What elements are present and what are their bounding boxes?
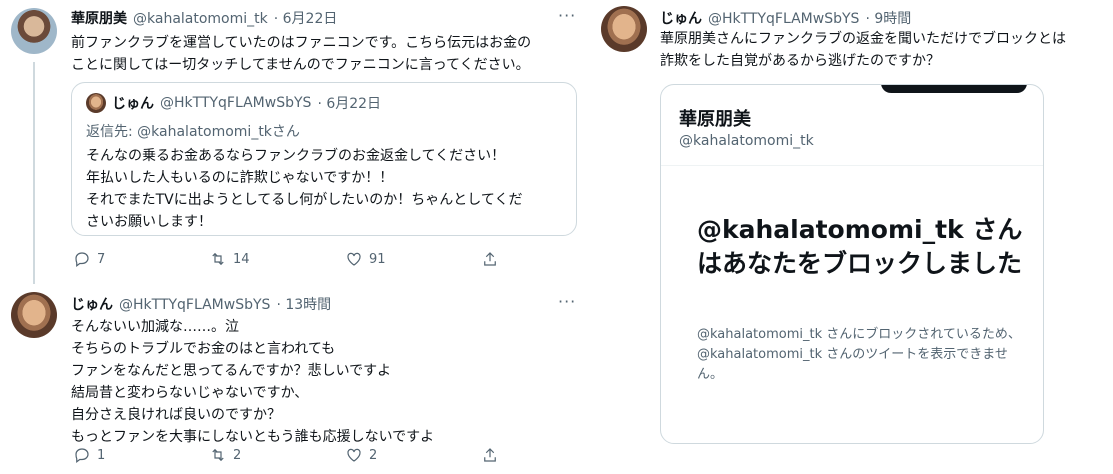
thread-line bbox=[33, 62, 35, 284]
display-name[interactable]: 華原朋美 bbox=[71, 8, 127, 28]
like-count: 91 bbox=[369, 251, 386, 267]
retweet-icon bbox=[209, 446, 227, 464]
more-icon[interactable]: ··· bbox=[558, 292, 576, 311]
retweet-button[interactable]: 14 bbox=[209, 250, 345, 268]
like-count: 2 bbox=[369, 447, 378, 463]
reply-icon bbox=[73, 446, 91, 464]
avatar[interactable] bbox=[11, 292, 57, 338]
retweet-count: 14 bbox=[233, 251, 250, 267]
blocked-button-edge bbox=[881, 85, 1027, 93]
tweet-text: 前ファンクラブを運営していたのはファニコンです。こちら伝元はお金の ことに関して… bbox=[71, 35, 532, 73]
quote-header: じゅん @HkTTYqFLAMwSbYS · 6月22日 bbox=[86, 93, 381, 113]
reply-count: 1 bbox=[97, 447, 106, 463]
like-icon bbox=[345, 250, 363, 268]
tweet-header: じゅん @HkTTYqFLAMwSbYS · 9時間 bbox=[660, 8, 911, 28]
blocked-heading: @kahalatomomi_tk さんはあなたをブロックしました bbox=[697, 215, 1023, 278]
handle[interactable]: @HkTTYqFLAMwSbYS bbox=[708, 11, 859, 27]
divider bbox=[661, 165, 1043, 166]
retweet-count: 2 bbox=[233, 447, 242, 463]
reply-button[interactable]: 1 bbox=[73, 446, 209, 464]
profile-name: 華原朋美 bbox=[679, 109, 751, 130]
timestamp[interactable]: · 6月22日 bbox=[274, 8, 338, 28]
share-icon bbox=[481, 446, 499, 464]
reply-to: 返信先: @kahalatomomi_tkさん bbox=[86, 124, 300, 140]
avatar[interactable] bbox=[11, 8, 57, 54]
timestamp[interactable]: · 9時間 bbox=[865, 8, 911, 28]
display-name[interactable]: じゅん bbox=[660, 8, 702, 28]
like-icon bbox=[345, 446, 363, 464]
like-button[interactable]: 91 bbox=[345, 250, 481, 268]
handle: @HkTTYqFLAMwSbYS bbox=[160, 95, 312, 111]
timestamp: · 6月22日 bbox=[317, 96, 382, 112]
tweet-text: 華原朋美さんにファンクラブの返金を聞いただけでブロックとは 詐欺をした自覚がある… bbox=[660, 31, 1066, 69]
like-button[interactable]: 2 bbox=[345, 446, 481, 464]
more-icon[interactable]: ··· bbox=[558, 6, 576, 25]
handle[interactable]: @kahalatomomi_tk bbox=[133, 11, 268, 27]
handle[interactable]: @HkTTYqFLAMwSbYS bbox=[119, 297, 270, 313]
tweet-actions: 1 2 2 bbox=[73, 446, 617, 464]
avatar bbox=[86, 93, 106, 113]
display-name[interactable]: じゅん bbox=[71, 294, 113, 314]
reply-button[interactable]: 7 bbox=[73, 250, 209, 268]
reply-icon bbox=[73, 250, 91, 268]
tweet-actions: 7 14 91 bbox=[73, 250, 617, 268]
left-thread-panel: 華原朋美 @kahalatomomi_tk · 6月22日 ··· 前ファンクラ… bbox=[0, 0, 596, 474]
quote-tweet[interactable]: じゅん @HkTTYqFLAMwSbYS · 6月22日 返信先: @kahal… bbox=[71, 82, 577, 236]
tweet-header: 華原朋美 @kahalatomomi_tk · 6月22日 bbox=[71, 8, 337, 28]
share-icon bbox=[481, 250, 499, 268]
tweet-text: そんないい加減な……。泣 そちらのトラブルでお金のはと言われても ファンをなんだ… bbox=[71, 319, 435, 445]
blocked-description: @kahalatomomi_tk さんにブロックされているため、@kahalat… bbox=[697, 327, 1021, 382]
reply-count: 7 bbox=[97, 251, 106, 267]
tweet-header: じゅん @HkTTYqFLAMwSbYS · 13時間 bbox=[71, 294, 331, 314]
retweet-icon bbox=[209, 250, 227, 268]
display-name: じゅん bbox=[112, 96, 154, 112]
quote-text: そんなの乗るお金あるならファンクラブのお金返金してください！ 年払いした人もいる… bbox=[86, 148, 523, 230]
timestamp[interactable]: · 13時間 bbox=[276, 294, 331, 314]
retweet-button[interactable]: 2 bbox=[209, 446, 345, 464]
avatar[interactable] bbox=[601, 6, 647, 52]
profile-handle: @kahalatomomi_tk bbox=[679, 133, 814, 149]
blocked-screenshot-card[interactable]: 華原朋美 @kahalatomomi_tk @kahalatomomi_tk さ… bbox=[660, 84, 1044, 444]
